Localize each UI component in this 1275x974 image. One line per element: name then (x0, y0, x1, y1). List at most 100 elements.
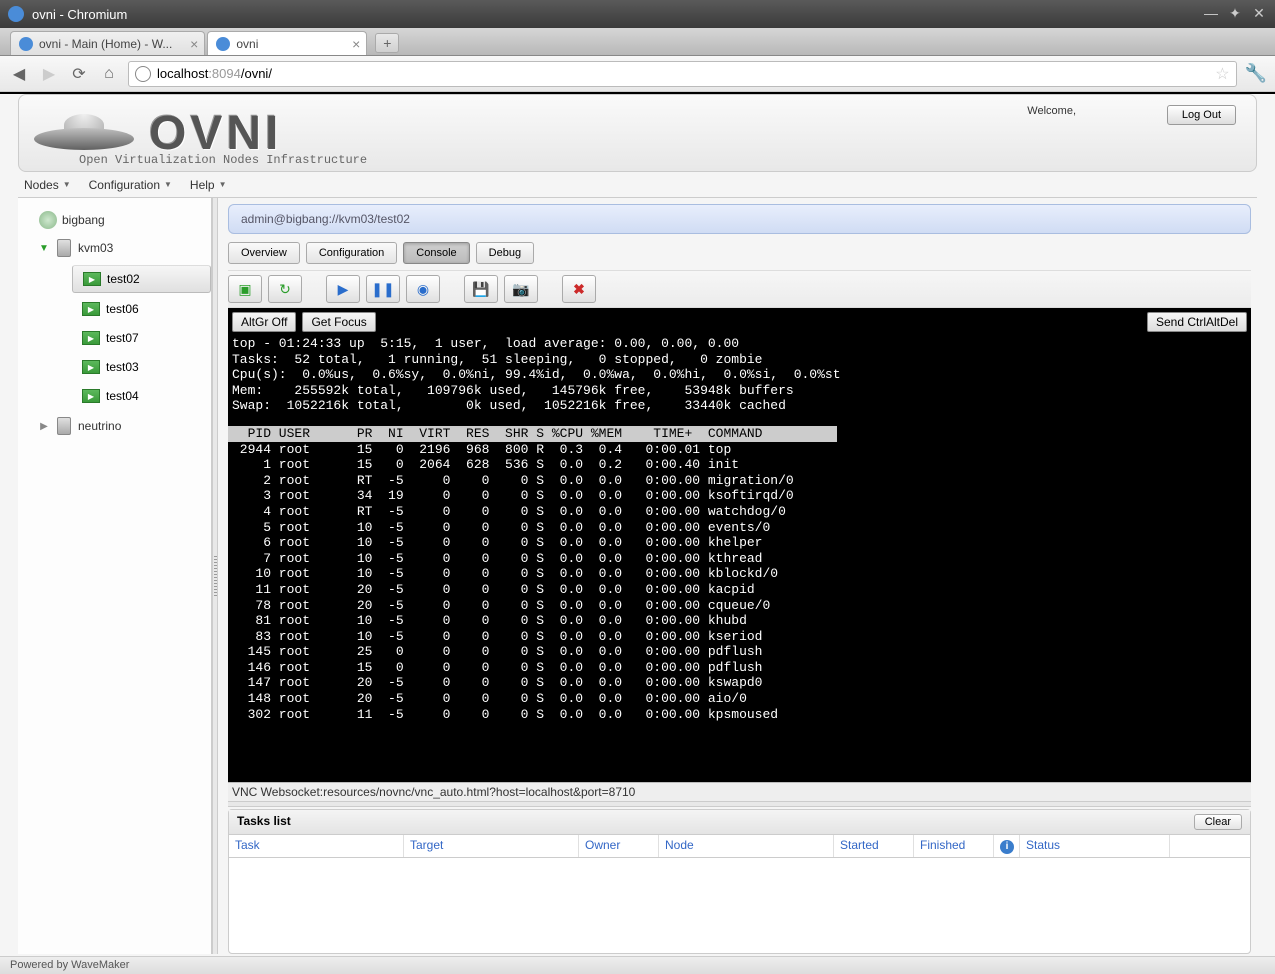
vm-run-icon (82, 331, 100, 345)
browser-toolbar: ◀ ▶ ⟳ ⌂ localhost:8094/ovni/ ☆ 🔧 (0, 56, 1275, 92)
save-button[interactable]: 💾 (464, 275, 498, 303)
server-icon (54, 416, 74, 436)
tree-host-neutrino[interactable]: ▶ neutrino (18, 412, 211, 440)
vnc-status-text: VNC Websocket:resources/novnc/vnc_auto.h… (228, 782, 1251, 801)
tree-label: bigbang (62, 213, 105, 227)
play-button[interactable]: ▶ (326, 275, 360, 303)
welcome-text: Welcome, (1027, 105, 1076, 117)
tasks-title: Tasks list (237, 814, 291, 830)
subtab-console[interactable]: Console (403, 242, 469, 264)
window-close-button[interactable]: ✕ (1251, 6, 1267, 22)
new-tab-button[interactable]: + (375, 33, 399, 53)
task-column-header[interactable]: Owner (579, 835, 659, 857)
tree-root-node[interactable]: bigbang (18, 206, 211, 234)
menu-help[interactable]: Help▼ (190, 178, 227, 192)
footer: Powered by WaveMaker (0, 956, 1275, 974)
os-titlebar: ovni - Chromium — ✦ ✕ (0, 0, 1275, 28)
top-header-row: PID USER PR NI VIRT RES SHR S %CPU %MEM … (228, 426, 837, 442)
info-icon: i (1000, 840, 1014, 854)
vertical-splitter[interactable] (212, 198, 218, 954)
favicon-icon (216, 37, 230, 51)
task-column-header[interactable]: Status (1020, 835, 1170, 857)
chromium-icon (8, 6, 24, 22)
tree-label: kvm03 (78, 241, 113, 255)
reload-button[interactable]: ⟳ (68, 63, 90, 85)
tree-label: test03 (106, 360, 139, 374)
stop-button[interactable]: ◉ (406, 275, 440, 303)
top-summary: top - 01:24:33 up 5:15, 1 user, load ave… (228, 336, 1251, 414)
tasks-clear-button[interactable]: Clear (1194, 814, 1242, 830)
ovni-ufo-icon (29, 108, 139, 158)
subtab-configuration[interactable]: Configuration (306, 242, 397, 264)
tasks-panel: Tasks list Clear TaskTargetOwnerNodeStar… (228, 809, 1251, 954)
vnc-console[interactable]: AltGr Off Get Focus Send CtrlAltDel top … (228, 308, 1251, 782)
tree-vm-item[interactable]: test06 (72, 296, 211, 322)
task-column-header[interactable]: Task (229, 835, 404, 857)
bookmark-star-icon[interactable]: ☆ (1215, 64, 1229, 84)
pause-button[interactable]: ❚❚ (366, 275, 400, 303)
tab-title: ovni (236, 37, 258, 51)
chevron-down-icon: ▼ (164, 180, 172, 189)
chevron-down-icon: ▼ (219, 180, 227, 189)
logout-button[interactable]: Log Out (1167, 105, 1236, 125)
tasks-body-empty (229, 858, 1250, 953)
browser-tab-inactive[interactable]: ovni - Main (Home) - W... × (10, 31, 205, 55)
favicon-icon (19, 37, 33, 51)
tree-label: test02 (107, 272, 140, 286)
vm-run-icon (82, 389, 100, 403)
top-process-list: 2944 root 15 0 2196 968 800 R 0.3 0.4 0:… (228, 442, 1251, 723)
vm-run-icon (82, 360, 100, 374)
tree-host-kvm03[interactable]: ▼ kvm03 (18, 234, 211, 262)
window-title: ovni - Chromium (32, 7, 1203, 22)
tab-close-icon[interactable]: × (190, 36, 198, 52)
window-minimize-button[interactable]: — (1203, 6, 1219, 22)
subtab-overview[interactable]: Overview (228, 242, 300, 264)
globe-icon (135, 66, 151, 82)
menu-bar: Nodes▼ Configuration▼ Help▼ (18, 172, 1257, 198)
task-column-header[interactable]: Target (404, 835, 579, 857)
back-button[interactable]: ◀ (8, 63, 30, 85)
menu-configuration[interactable]: Configuration▼ (89, 178, 172, 192)
menu-nodes[interactable]: Nodes▼ (24, 178, 71, 192)
subtab-debug[interactable]: Debug (476, 242, 534, 264)
task-column-header[interactable]: i (994, 835, 1020, 857)
window-maximize-button[interactable]: ✦ (1227, 6, 1243, 22)
screenshot-button[interactable]: 📷 (504, 275, 538, 303)
tree-vm-item[interactable]: test03 (72, 354, 211, 380)
world-icon (38, 210, 58, 230)
tab-close-icon[interactable]: × (352, 36, 360, 52)
app-frame: OVNI Open Virtualization Nodes Infrastru… (0, 94, 1275, 956)
send-ctrlaltdel-button[interactable]: Send CtrlAltDel (1147, 312, 1247, 332)
tasks-columns: TaskTargetOwnerNodeStartedFinished i Statu… (229, 835, 1250, 858)
poweroff-button[interactable]: ✖ (562, 275, 596, 303)
horizontal-splitter[interactable] (228, 801, 1251, 807)
expand-closed-icon[interactable]: ▶ (38, 421, 50, 432)
main-panel: admin@bigbang://kvm03/test02 OverviewCon… (218, 198, 1257, 954)
tree-vm-item[interactable]: test04 (72, 383, 211, 409)
app-header: OVNI Open Virtualization Nodes Infrastru… (18, 94, 1257, 172)
server-icon (54, 238, 74, 258)
browser-tab-active[interactable]: ovni × (207, 31, 367, 55)
app-body: bigbang ▼ kvm03 test02 test06 test07 test03… (18, 198, 1257, 954)
subtab-row: Overview Configuration Console Debug (228, 242, 1251, 264)
browser-tab-strip: ovni - Main (Home) - W... × ovni × + (0, 28, 1275, 56)
task-column-header[interactable]: Started (834, 835, 914, 857)
refresh-button[interactable]: ↻ (268, 275, 302, 303)
tree-label: test07 (106, 331, 139, 345)
connect-button[interactable]: ▣ (228, 275, 262, 303)
task-column-header[interactable]: Node (659, 835, 834, 857)
expand-open-icon[interactable]: ▼ (38, 243, 50, 254)
tree-vm-item[interactable]: test02 (72, 265, 211, 293)
get-focus-button[interactable]: Get Focus (302, 312, 375, 332)
forward-button[interactable]: ▶ (38, 63, 60, 85)
altgr-toggle-button[interactable]: AltGr Off (232, 312, 296, 332)
tree-vm-item[interactable]: test07 (72, 325, 211, 351)
browser-menu-button[interactable]: 🔧 (1245, 63, 1267, 84)
url-port: :8094 (208, 66, 241, 81)
home-button[interactable]: ⌂ (98, 63, 120, 85)
app-subtitle: Open Virtualization Nodes Infrastructure (79, 153, 367, 167)
tree-label: test04 (106, 389, 139, 403)
task-column-header[interactable]: Finished (914, 835, 994, 857)
url-input[interactable]: localhost:8094/ovni/ ☆ (128, 61, 1237, 87)
tree-label: test06 (106, 302, 139, 316)
